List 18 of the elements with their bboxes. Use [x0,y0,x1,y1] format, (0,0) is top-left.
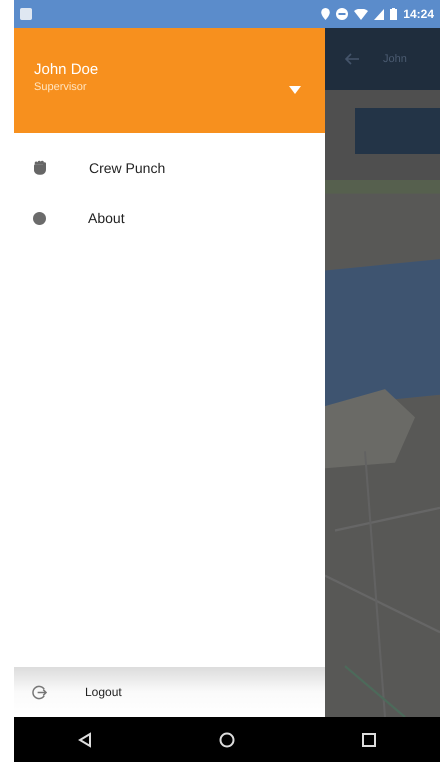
home-icon[interactable] [218,732,235,748]
logout-icon [32,684,47,700]
user-name: John Doe [34,61,100,79]
do-not-disturb-icon [336,8,348,20]
caret-icon [289,86,301,94]
drawer-item[interactable]: About [14,193,325,243]
signal-icon [374,8,384,20]
battery-icon [390,8,398,20]
back-icon[interactable] [78,732,92,748]
fist-icon [31,159,49,177]
back-arrow-icon [345,53,359,65]
notification-icon [20,8,32,20]
clock: 14:24 [403,6,434,23]
location-icon [321,8,330,20]
drawer-item[interactable]: Crew Punch [14,143,325,193]
wifi-icon [354,8,368,20]
recent-apps-icon[interactable] [362,732,376,746]
user-role: Supervisor [34,80,88,95]
